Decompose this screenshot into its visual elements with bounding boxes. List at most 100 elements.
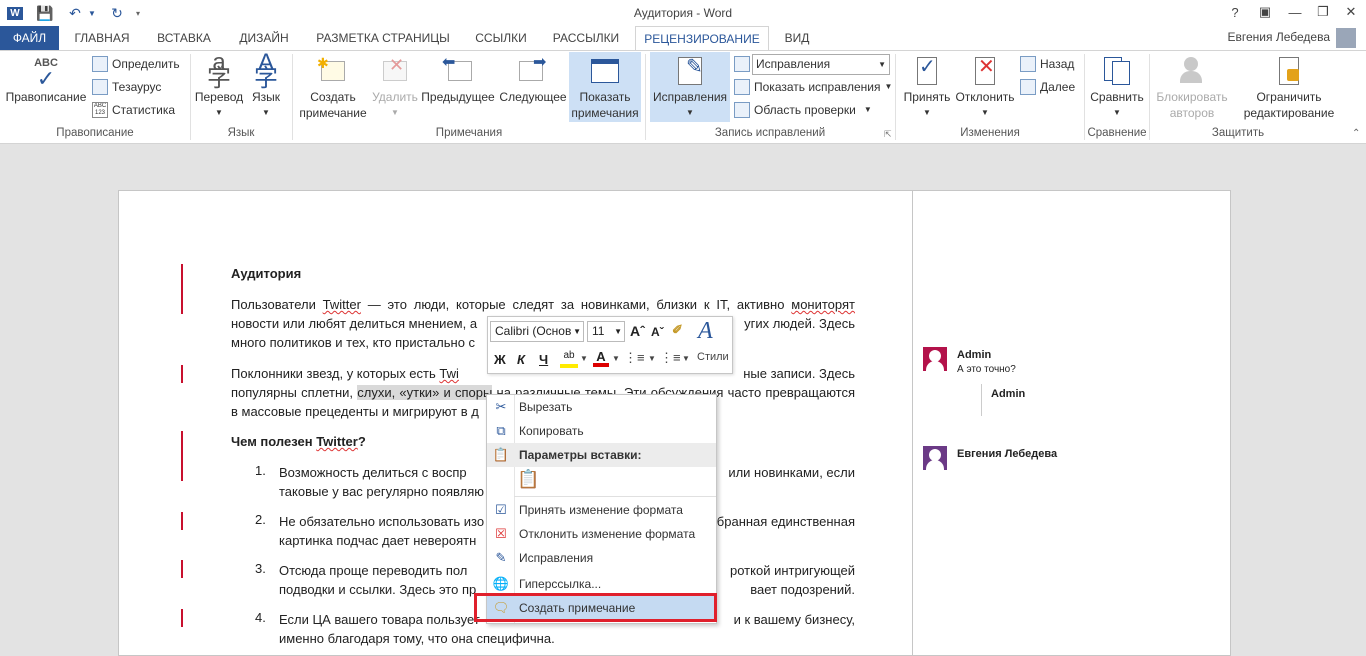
comment-author[interactable]: Евгения Лебедева: [957, 448, 1057, 460]
language-icon: A字: [254, 49, 278, 92]
chevron-down-icon[interactable]: ▼: [580, 354, 588, 363]
grow-font-icon[interactable]: Aˆ: [630, 323, 645, 339]
menu-item-track-changes[interactable]: ✎ Исправления: [487, 546, 716, 570]
minimize-button[interactable]: —: [1280, 0, 1310, 24]
tab-home[interactable]: ГЛАВНАЯ: [62, 26, 142, 50]
spelling-check-icon: ABC ✓: [34, 57, 58, 91]
chevron-down-icon[interactable]: ▼: [612, 354, 620, 363]
tab-insert[interactable]: ВСТАВКА: [146, 26, 222, 50]
translate-button[interactable]: a字 Перевод ▼: [194, 49, 244, 121]
change-bar: [181, 512, 183, 530]
change-bar: [181, 365, 183, 383]
comment-avatar: [923, 446, 947, 470]
reject-button[interactable]: ✕ Отклонить ▼: [955, 55, 1015, 121]
list-item-2-line-1b: бранная единственная: [716, 514, 855, 529]
reject-change-icon: ☒: [495, 526, 507, 541]
doc-subheading: Чем полезен Twitter?: [231, 434, 366, 449]
shrink-font-icon[interactable]: Aˇ: [651, 325, 664, 339]
list-item-1-line-2: таковые у вас регулярно появляю: [279, 484, 484, 499]
tab-view[interactable]: ВИД: [772, 26, 822, 50]
dialog-launcher-icon[interactable]: ⇱: [884, 129, 892, 140]
new-comment-button[interactable]: ✱ Создать примечание: [296, 55, 370, 121]
next-comment-button[interactable]: ➡ Следующее: [497, 55, 569, 105]
comment-author[interactable]: Admin: [957, 349, 991, 361]
spelling-button[interactable]: ABC ✓ Правописание: [4, 55, 88, 105]
list-item-4-line-1b: и к вашему бизнесу,: [733, 612, 855, 627]
accept-button[interactable]: ✓ Принять ▼: [899, 55, 955, 121]
underline-button[interactable]: Ч: [539, 352, 548, 367]
delete-comment-icon: ✕: [379, 55, 411, 87]
change-bar: [181, 609, 183, 627]
tab-mailings[interactable]: РАССЫЛКИ: [542, 26, 630, 50]
tab-references[interactable]: ССЫЛКИ: [464, 26, 538, 50]
doc-paragraph-1-line-2b: угих людей. Здесь: [744, 316, 855, 331]
tab-file[interactable]: ФАЙЛ: [0, 26, 59, 50]
thesaurus-button[interactable]: Тезаурус: [92, 77, 161, 97]
font-name-select[interactable]: Calibri (Основ ▼: [490, 321, 584, 342]
display-for-review-icon: [734, 56, 750, 72]
compare-button[interactable]: Сравнить ▼: [1087, 55, 1147, 121]
user-name[interactable]: Евгения Лебедева: [1200, 30, 1330, 44]
window-title: Аудитория - Word: [633, 6, 733, 20]
chevron-down-icon: ▼: [614, 327, 622, 336]
track-changes-button[interactable]: ✎ Исправления ▼: [650, 52, 730, 122]
group-label-protect: Защитить: [1211, 127, 1265, 139]
show-comments-button[interactable]: Показать примечания: [569, 52, 641, 122]
italic-button[interactable]: К: [517, 352, 525, 367]
restrict-editing-button[interactable]: Ограничить редактирование: [1236, 55, 1342, 121]
menu-item-accept-format[interactable]: ☑ Принять изменение формата: [487, 498, 716, 522]
format-painter-icon[interactable]: ✐: [672, 322, 683, 338]
reply-author[interactable]: Admin: [991, 388, 1025, 400]
previous-change-icon: [1020, 56, 1036, 72]
list-item-2-line-2: картинка подчас дает невероятн: [279, 533, 477, 548]
tab-page-layout[interactable]: РАЗМЕТКА СТРАНИЦЫ: [306, 26, 460, 50]
paste-keep-text-icon[interactable]: 📋: [517, 469, 541, 493]
previous-comment-button[interactable]: ⬅ Предыдущее: [420, 55, 496, 105]
list-item-1-line-1a: Возможность делиться с воспр: [279, 465, 467, 480]
tab-design[interactable]: ДИЗАЙН: [226, 26, 302, 50]
maximize-button[interactable]: ❐: [1308, 0, 1338, 24]
ribbon-display-icon[interactable]: ▣: [1250, 0, 1280, 24]
doc-paragraph-2-line-3: в массовые прецеденты и мигрируют в д: [231, 404, 479, 419]
bold-button[interactable]: Ж: [494, 352, 506, 367]
chevron-down-icon[interactable]: ▼: [682, 354, 690, 363]
next-change-button[interactable]: Далее: [1020, 77, 1075, 97]
show-markup-button[interactable]: Показать исправления ▼: [734, 77, 892, 97]
translate-icon: a字: [207, 49, 231, 92]
comment-avatar: [923, 347, 947, 371]
menu-item-copy[interactable]: ⧉ Копировать: [487, 419, 716, 443]
menu-item-cut[interactable]: ✂ Вырезать: [487, 395, 716, 419]
list-item-number: 1.: [255, 463, 266, 478]
selected-text[interactable]: слухи, «утки» и споры: [357, 385, 493, 400]
block-authors-button[interactable]: Блокировать авторов: [1152, 55, 1232, 121]
comment-text[interactable]: А это точно?: [957, 364, 1016, 375]
chevron-down-icon[interactable]: ▼: [648, 354, 656, 363]
delete-comment-button[interactable]: ✕ Удалить ▼: [370, 55, 420, 121]
styles-button[interactable]: Стили: [697, 351, 729, 363]
highlight-color-icon[interactable]: ab: [560, 350, 578, 368]
bullets-icon[interactable]: ⋮≡: [624, 350, 645, 366]
font-color-icon[interactable]: A: [593, 349, 609, 367]
previous-change-button[interactable]: Назад: [1020, 54, 1074, 74]
next-change-icon: [1020, 79, 1036, 95]
font-size-select[interactable]: 11 ▼: [587, 321, 625, 342]
collapse-ribbon-icon[interactable]: ⌃: [1352, 128, 1360, 139]
numbering-icon[interactable]: ⋮≡: [660, 350, 681, 366]
chevron-down-icon: ▼: [878, 60, 886, 69]
styles-icon[interactable]: A: [698, 318, 713, 345]
tab-review[interactable]: РЕЦЕНЗИРОВАНИЕ: [635, 26, 769, 51]
help-button[interactable]: ?: [1220, 0, 1250, 24]
define-button[interactable]: Определить: [92, 54, 180, 74]
user-avatar[interactable]: [1336, 28, 1356, 48]
menu-divider: [514, 496, 716, 497]
word-count-button[interactable]: ABC 123 Статистика: [92, 100, 175, 120]
word-count-icon: ABC 123: [92, 102, 108, 118]
list-item-3-line-2a: подводки и ссылки. Здесь это пр: [279, 582, 477, 597]
close-button[interactable]: ✕: [1336, 0, 1366, 24]
display-for-review-select[interactable]: Исправления ▼: [752, 54, 890, 75]
change-bar: [181, 264, 183, 314]
menu-item-reject-format[interactable]: ☒ Отклонить изменение формата: [487, 522, 716, 546]
reviewing-pane-button[interactable]: Область проверки ▼: [734, 100, 872, 120]
language-button[interactable]: A字 Язык ▼: [246, 49, 286, 121]
block-authors-icon: [1176, 55, 1208, 87]
